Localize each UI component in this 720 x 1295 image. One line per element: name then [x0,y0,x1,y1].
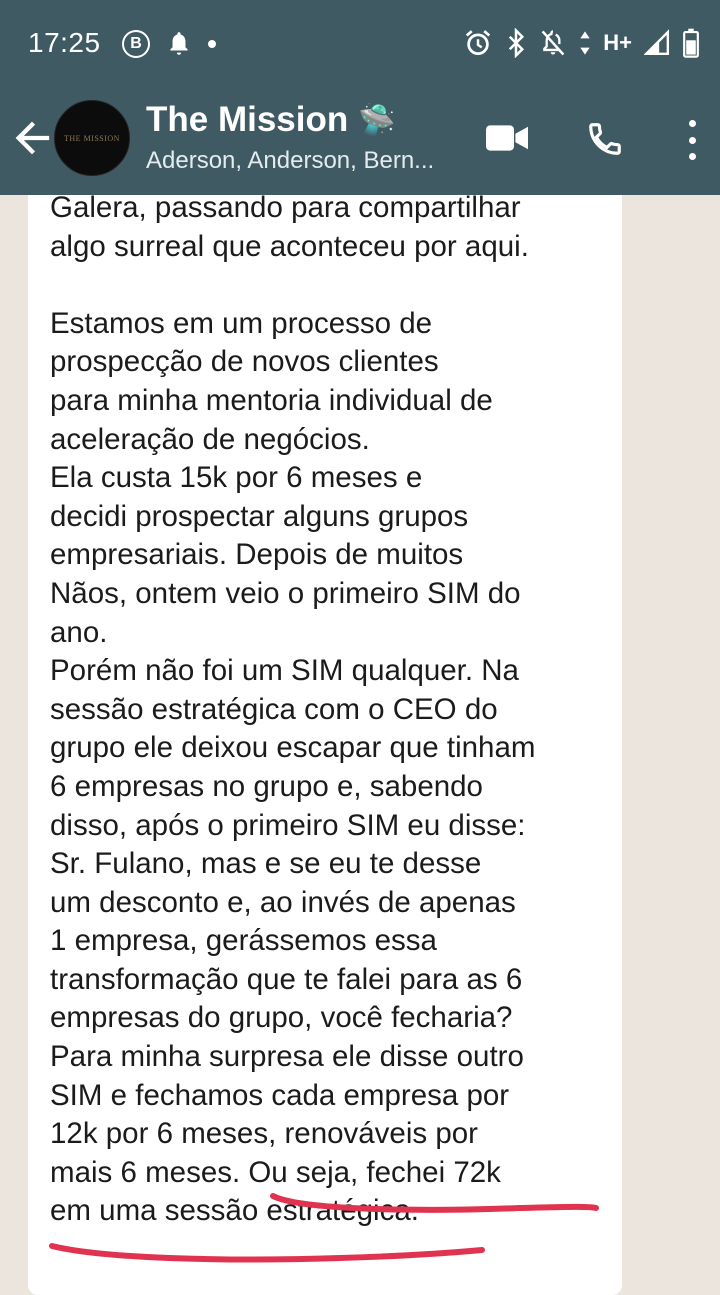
phone-icon[interactable] [586,120,624,158]
notification-dot-icon [208,40,216,48]
alarm-icon [466,30,491,55]
arrow-back-icon[interactable] [12,118,52,158]
data-arrows-icon [580,31,590,55]
bell-icon [170,32,188,55]
message-text: Galera, passando para compartilhar algo … [50,191,536,1228]
group-avatar[interactable]: THE MISSION [54,100,130,176]
battery-icon [683,28,699,58]
ufo-emoji: 🛸 [358,103,396,137]
notifications-off-icon [541,30,565,56]
status-bar: 17:25 B H+ [0,0,720,90]
status-right-icons: H+ [463,28,700,58]
status-left-icons: B [122,30,216,58]
videocam-icon[interactable] [486,124,528,152]
group-title: The Mission [146,100,349,139]
group-title-block[interactable]: The Mission 🛸 [146,100,396,140]
signal-icon [644,29,670,56]
status-time: 17:25 [28,27,101,58]
avatar-text: THE MISSION [64,133,120,143]
b-badge-icon: B [122,30,150,58]
network-type: H+ [603,30,632,55]
bluetooth-icon [509,28,525,58]
group-members[interactable]: Aderson, Anderson, Bern... [146,147,434,175]
more-vert-icon[interactable] [678,120,706,160]
